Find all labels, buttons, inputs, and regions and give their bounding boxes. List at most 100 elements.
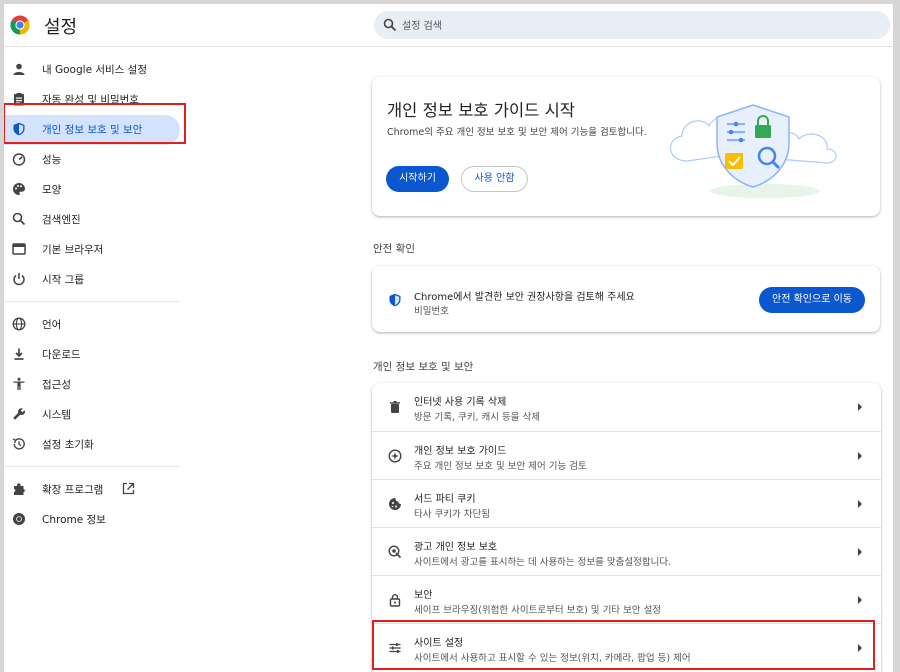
privacy-security-heading: 개인 정보 보호 및 보안	[373, 361, 474, 373]
accessibility-icon	[13, 377, 25, 390]
compass-icon	[388, 449, 402, 463]
sidebar-item-label: 개인 정보 보호 및 보안	[42, 124, 143, 136]
header: 설정	[4, 4, 893, 47]
speedometer-icon	[12, 153, 26, 166]
sidebar-item-label: 다운로드	[42, 349, 81, 361]
settings-window: 설정 내 Google 서비스 설정 자동 완성 및 비밀번호 개인 정보 보호…	[4, 4, 893, 672]
sidebar-item-performance[interactable]: 성능	[4, 144, 184, 174]
safety-check-card: Chrome에서 발견한 보안 권장사항을 검토해 주세요 비밀번호 안전 확인…	[372, 266, 880, 332]
row-subtitle: 방문 기록, 쿠키, 캐시 등을 삭제	[414, 412, 541, 423]
sidebar-item-label: 모양	[42, 184, 62, 196]
chrome-icon	[13, 513, 25, 525]
arrow-right-icon	[858, 548, 862, 556]
cookie-icon	[389, 498, 401, 510]
lock-icon	[389, 594, 401, 607]
go-to-safety-check-button[interactable]: 안전 확인으로 이동	[759, 287, 865, 313]
row-subtitle: 타사 쿠키가 차단됨	[414, 509, 490, 520]
sidebar-item-label: 자동 완성 및 비밀번호	[42, 94, 139, 106]
row-subtitle: 세이프 브라우징(위험한 사이트로부터 보호) 및 기타 보안 설정	[414, 605, 662, 616]
search-icon	[383, 18, 397, 32]
sidebar-item-label: 내 Google 서비스 설정	[42, 64, 147, 76]
sidebar-item-label: 접근성	[42, 379, 71, 391]
sidebar-item-google-services[interactable]: 내 Google 서비스 설정	[4, 54, 184, 84]
list-item-ad-privacy[interactable]: 광고 개인 정보 보호 사이트에서 광고를 표시하는 데 사용하는 정보를 맞춤…	[372, 527, 881, 575]
promo-description: Chrome의 주요 개인 정보 보호 및 보안 제어 기능을 검토합니다.	[387, 127, 647, 138]
start-guide-button[interactable]: 시작하기	[386, 166, 449, 192]
globe-icon	[12, 317, 26, 331]
trash-icon	[390, 401, 400, 413]
row-title: 보안	[414, 590, 433, 601]
arrow-right-icon	[858, 452, 862, 460]
row-title: 서드 파티 쿠키	[414, 494, 476, 505]
safety-check-message: Chrome에서 발견한 보안 권장사항을 검토해 주세요	[414, 292, 635, 303]
row-title: 사이트 설정	[414, 638, 464, 649]
open-in-new-icon	[122, 482, 135, 495]
sidebar-item-accessibility[interactable]: 접근성	[4, 369, 184, 399]
chrome-logo-icon	[10, 15, 30, 35]
tune-icon	[389, 643, 401, 653]
sidebar-item-label: 검색엔진	[42, 214, 81, 226]
privacy-settings-list: 인터넷 사용 기록 삭제 방문 기록, 쿠키, 캐시 등을 삭제 개인 정보 보…	[372, 383, 881, 672]
privacy-guide-promo-card: 개인 정보 보호 가이드 시작 Chrome의 주요 개인 정보 보호 및 보안…	[372, 77, 880, 216]
sidebar-item-label: 설정 초기화	[42, 439, 94, 451]
wrench-icon	[13, 408, 25, 420]
sidebar-item-label: 성능	[42, 154, 62, 166]
sidebar-item-label: 기본 브라우저	[42, 244, 104, 256]
shield-icon	[389, 293, 401, 307]
arrow-right-icon	[858, 500, 862, 508]
privacy-guide-illustration	[670, 104, 837, 198]
clipboard-icon	[14, 93, 24, 106]
download-icon	[14, 348, 24, 360]
row-title: 인터넷 사용 기록 삭제	[414, 397, 507, 408]
promo-title: 개인 정보 보호 가이드 시작	[387, 101, 575, 120]
sidebar-item-label: 확장 프로그램	[42, 484, 104, 496]
shield-icon	[13, 122, 25, 136]
row-subtitle: 사이트에서 광고를 표시하는 데 사용하는 정보를 맞춤설정합니다.	[414, 557, 672, 568]
browser-icon	[12, 243, 26, 255]
safety-check-heading: 안전 확인	[373, 243, 415, 255]
power-icon	[13, 273, 25, 286]
row-title: 개인 정보 보호 가이드	[414, 446, 507, 457]
arrow-right-icon	[858, 403, 862, 411]
sidebar-divider	[4, 301, 180, 302]
arrow-right-icon	[858, 596, 862, 604]
list-item-security[interactable]: 보안 세이프 브라우징(위험한 사이트로부터 보호) 및 기타 보안 설정	[372, 575, 881, 623]
person-icon	[13, 63, 25, 75]
palette-icon	[13, 183, 25, 195]
history-icon	[12, 438, 25, 450]
sidebar-item-autofill[interactable]: 자동 완성 및 비밀번호	[4, 84, 184, 114]
sidebar: 내 Google 서비스 설정 자동 완성 및 비밀번호 개인 정보 보호 및 …	[4, 54, 184, 534]
sidebar-divider	[4, 466, 180, 467]
sidebar-item-about-chrome[interactable]: Chrome 정보	[4, 504, 184, 534]
ad-privacy-icon	[388, 545, 402, 559]
sidebar-item-default-browser[interactable]: 기본 브라우저	[4, 234, 184, 264]
sidebar-item-extensions[interactable]: 확장 프로그램	[4, 474, 184, 504]
list-item-third-party-cookies[interactable]: 서드 파티 쿠키 타사 쿠키가 차단됨	[372, 479, 881, 527]
sidebar-item-downloads[interactable]: 다운로드	[4, 339, 184, 369]
no-thanks-button[interactable]: 사용 안함	[461, 166, 528, 192]
sidebar-item-label: 언어	[42, 319, 62, 331]
list-item-privacy-guide[interactable]: 개인 정보 보호 가이드 주요 개인 정보 보호 및 보안 제어 기능 검토	[372, 431, 881, 479]
list-item-clear-browsing-data[interactable]: 인터넷 사용 기록 삭제 방문 기록, 쿠키, 캐시 등을 삭제	[372, 383, 881, 431]
sidebar-item-privacy-security[interactable]: 개인 정보 보호 및 보안	[4, 114, 184, 145]
sidebar-item-label: Chrome 정보	[42, 514, 106, 526]
sidebar-item-search-engine[interactable]: 검색엔진	[4, 204, 184, 234]
sidebar-item-reset-settings[interactable]: 설정 초기화	[4, 429, 184, 459]
sidebar-item-system[interactable]: 시스템	[4, 399, 184, 429]
safety-check-sub: 비밀번호	[414, 306, 449, 317]
page-title: 설정	[44, 17, 78, 38]
sidebar-item-languages[interactable]: 언어	[4, 309, 184, 339]
sidebar-item-label: 시작 그룹	[42, 274, 84, 286]
sidebar-item-on-startup[interactable]: 시작 그룹	[4, 264, 184, 294]
search-input[interactable]	[400, 11, 874, 41]
search-bar[interactable]	[374, 11, 890, 41]
row-title: 광고 개인 정보 보호	[414, 542, 498, 553]
arrow-right-icon	[858, 644, 862, 652]
row-subtitle: 주요 개인 정보 보호 및 보안 제어 기능 검토	[414, 461, 587, 472]
search-icon	[12, 212, 26, 226]
sidebar-item-appearance[interactable]: 모양	[4, 174, 184, 204]
sidebar-item-label: 시스템	[42, 409, 71, 421]
row-subtitle: 사이트에서 사용하고 표시할 수 있는 정보(위치, 카메라, 팝업 등) 제어	[414, 653, 691, 664]
list-item-site-settings[interactable]: 사이트 설정 사이트에서 사용하고 표시할 수 있는 정보(위치, 카메라, 팝…	[372, 623, 881, 671]
puzzle-icon	[14, 483, 25, 495]
